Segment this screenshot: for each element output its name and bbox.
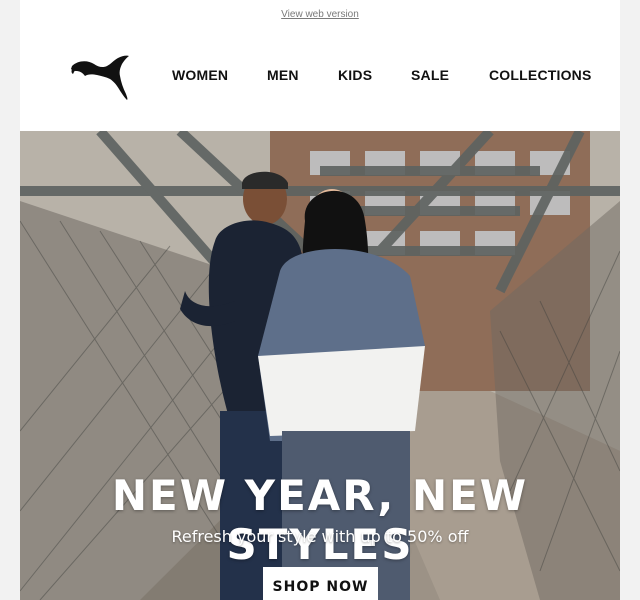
nav-men[interactable]: MEN xyxy=(267,67,299,83)
hero-headline: NEW YEAR, NEW STYLES xyxy=(111,471,529,569)
email-container: View web version WOMEN MEN KIDS SALE COL… xyxy=(20,0,620,600)
nav-women[interactable]: WOMEN xyxy=(172,67,228,83)
top-bar: View web version xyxy=(20,0,620,32)
view-web-version-link[interactable]: View web version xyxy=(281,9,359,20)
nav-sale[interactable]: SALE xyxy=(411,67,449,83)
hero-subheadline: Refresh your style with up to 50% off xyxy=(171,527,469,546)
header: WOMEN MEN KIDS SALE COLLECTIONS xyxy=(20,32,620,131)
hero-banner[interactable]: NEW YEAR, NEW STYLES Refresh your style … xyxy=(20,131,620,600)
nav-kids[interactable]: KIDS xyxy=(338,67,372,83)
puma-logo-icon[interactable] xyxy=(70,52,132,102)
nav-collections[interactable]: COLLECTIONS xyxy=(489,67,592,83)
shop-now-button[interactable]: SHOP NOW xyxy=(263,567,378,600)
